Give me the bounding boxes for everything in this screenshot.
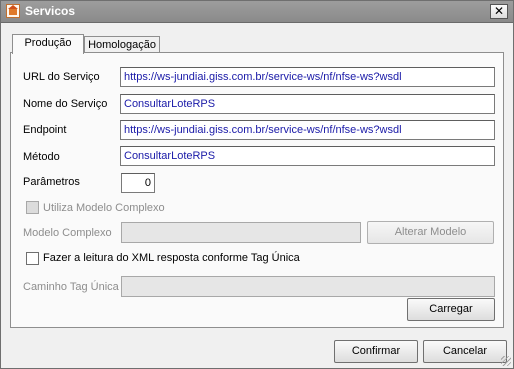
nome-servico-label: Nome do Serviço (23, 98, 108, 110)
utiliza-modelo-complexo-label: Utiliza Modelo Complexo (43, 202, 165, 214)
confirm-button[interactable]: Confirmar (334, 340, 418, 363)
metodo-field[interactable]: ConsultarLoteRPS (120, 146, 495, 166)
cancel-button[interactable]: Cancelar (423, 340, 507, 363)
app-icon (6, 4, 20, 18)
endpoint-field[interactable]: https://ws-jundiai.giss.com.br/service-w… (120, 120, 495, 140)
close-button[interactable]: ✕ (490, 4, 508, 19)
carregar-button[interactable]: Carregar (407, 298, 495, 321)
url-field[interactable]: https://ws-jundiai.giss.com.br/service-w… (120, 67, 495, 87)
resize-grip-icon[interactable] (501, 356, 511, 366)
endpoint-label: Endpoint (23, 124, 67, 136)
utiliza-modelo-complexo-checkbox[interactable] (26, 201, 39, 214)
url-label: URL do Serviço (23, 71, 100, 83)
alterar-modelo-button[interactable]: Alterar Modelo (367, 221, 494, 244)
window-title: Servicos (25, 4, 76, 18)
modelo-complexo-label: Modelo Complexo (23, 227, 112, 239)
nome-servico-field[interactable]: ConsultarLoteRPS (120, 94, 495, 114)
parametros-field[interactable]: 0 (121, 173, 155, 193)
modelo-complexo-field[interactable] (121, 222, 361, 243)
title-bar[interactable]: Servicos ✕ (1, 1, 513, 23)
parametros-label: Parâmetros (23, 176, 80, 188)
caminho-tag-field[interactable] (121, 276, 495, 297)
metodo-label: Método (23, 151, 60, 163)
tab-producao[interactable]: Produção (12, 34, 84, 54)
fazer-leitura-xml-label: Fazer a leitura do XML resposta conforme… (43, 252, 300, 264)
fazer-leitura-xml-checkbox[interactable] (26, 252, 39, 265)
dialog-window: Servicos ✕ Produção Homologação URL do S… (0, 0, 514, 369)
caminho-tag-label: Caminho Tag Única (23, 281, 119, 293)
